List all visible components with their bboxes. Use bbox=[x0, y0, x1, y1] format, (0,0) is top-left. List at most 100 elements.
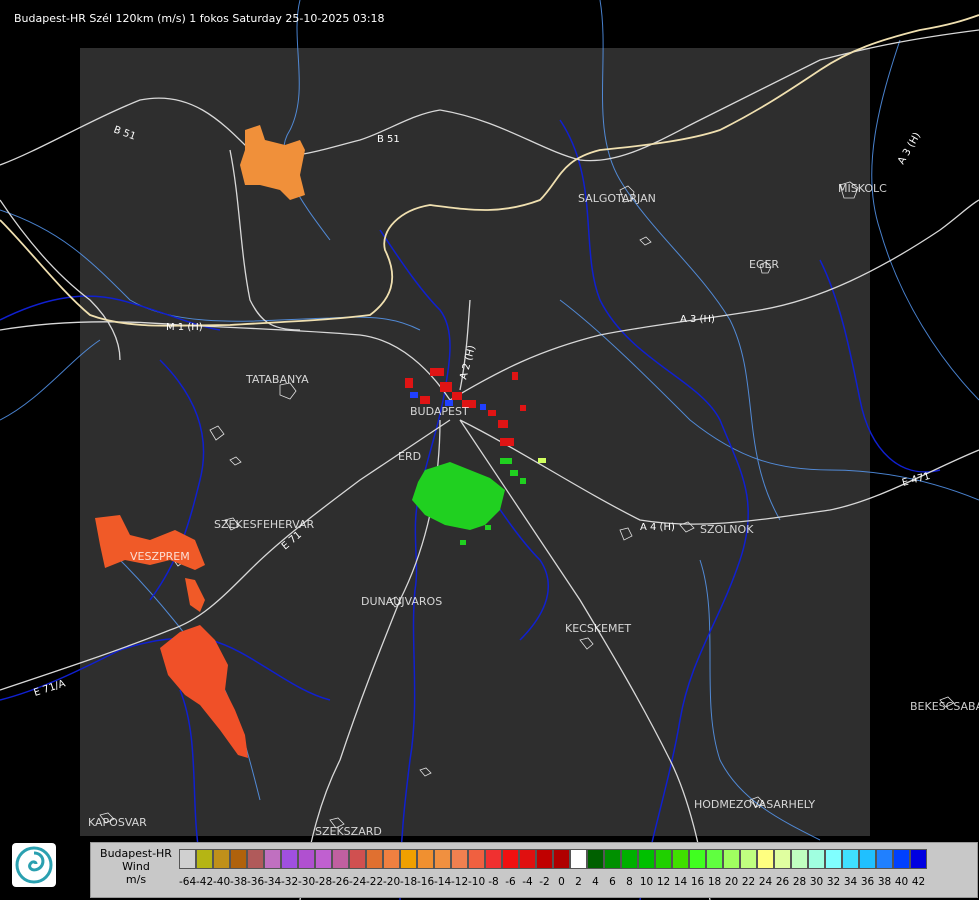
legend-tick-label: 28 bbox=[792, 876, 807, 888]
wind-legend: Budapest-HR Wind m/s -64 -42 -40 -38 -36 -34-… bbox=[90, 842, 978, 898]
city-label-szekesfehervar: SZEKESFEHERVAR bbox=[214, 518, 315, 531]
legend-swatch bbox=[315, 849, 332, 869]
legend-swatch bbox=[468, 849, 485, 869]
legend-swatch bbox=[400, 849, 417, 869]
legend-swatch bbox=[349, 849, 366, 869]
legend-tick-label: 22 bbox=[741, 876, 756, 888]
legend-tick-label: 8 bbox=[626, 876, 633, 888]
legend-swatch bbox=[791, 849, 808, 869]
legend-swatch bbox=[536, 849, 553, 869]
legend-tick-label: 6 bbox=[609, 876, 616, 888]
legend-swatch bbox=[383, 849, 400, 869]
legend-tick-label: 12 bbox=[656, 876, 671, 888]
legend-swatch bbox=[570, 849, 587, 869]
legend-tick-label: -8 bbox=[488, 876, 499, 888]
legend-swatch bbox=[859, 849, 876, 869]
legend-tick-label: 20 bbox=[724, 876, 739, 888]
legend-swatch bbox=[434, 849, 451, 869]
legend-tick-label: 16 bbox=[690, 876, 705, 888]
legend-tick-label: 26 bbox=[775, 876, 790, 888]
legend-tick-label: -6 bbox=[505, 876, 516, 888]
legend-swatch bbox=[638, 849, 655, 869]
legend-tick-label: 4 bbox=[592, 876, 599, 888]
road-label-a3-north: A 3 (H) bbox=[896, 131, 923, 167]
legend-tick-label: -20 bbox=[383, 876, 401, 888]
city-label-salgotarjan: SALGOTARJAN bbox=[578, 192, 656, 205]
legend-swatch bbox=[366, 849, 383, 869]
city-label-dunaujvaros: DUNAUJVAROS bbox=[361, 595, 442, 608]
legend-tick-label: -32 bbox=[281, 876, 299, 888]
legend-tick-label: -24 bbox=[349, 876, 367, 888]
city-label-kecskemet: KECSKEMET bbox=[565, 622, 631, 635]
legend-swatch bbox=[281, 849, 298, 869]
legend-swatch bbox=[672, 849, 689, 869]
city-label-miskolc: MISKOLC bbox=[838, 182, 887, 195]
legend-swatch bbox=[485, 849, 502, 869]
legend-swatch bbox=[332, 849, 349, 869]
legend-swatch bbox=[876, 849, 893, 869]
legend-tick-label: -2 bbox=[539, 876, 550, 888]
legend-tick-label: -36 bbox=[247, 876, 265, 888]
legend-tick-label: 30 bbox=[809, 876, 824, 888]
legend-tick-label: -42 bbox=[196, 876, 214, 888]
legend-tick-label: 34 bbox=[843, 876, 858, 888]
legend-swatch bbox=[553, 849, 570, 869]
legend-swatch bbox=[502, 849, 519, 869]
road-label-e71a: E 71/A bbox=[33, 678, 67, 699]
road-label-a4: A 4 (H) bbox=[640, 522, 675, 533]
legend-swatch bbox=[893, 849, 910, 869]
city-label-tatabanya: TATABANYA bbox=[245, 373, 309, 386]
legend-swatch bbox=[179, 849, 196, 869]
legend-tick-label: -28 bbox=[315, 876, 333, 888]
legend-swatch bbox=[774, 849, 791, 869]
legend-tick-label: 38 bbox=[877, 876, 892, 888]
legend-swatch bbox=[298, 849, 315, 869]
city-label-erd: ERD bbox=[398, 450, 421, 463]
city-label-hodmezovasarhely: HODMEZOVASARHELY bbox=[694, 798, 815, 811]
city-label-szolnok: SZOLNOK bbox=[700, 523, 754, 536]
legend-ticks: -64 -42 -40 -38 -36 -34 -32 -30 -28 -26 -24 -22 -20-… bbox=[179, 876, 927, 890]
legend-tick-label: -18 bbox=[400, 876, 418, 888]
legend-tick-label: -26 bbox=[332, 876, 350, 888]
echo-small-yellow bbox=[538, 458, 546, 463]
legend-title-source: Budapest-HR bbox=[100, 847, 172, 860]
legend-tick-label: -4 bbox=[522, 876, 533, 888]
city-label-kaposvar: KAPOSVAR bbox=[88, 816, 147, 829]
legend-title-unit: m/s bbox=[125, 873, 147, 886]
legend-swatches bbox=[179, 849, 927, 869]
legend-tick-label: -34 bbox=[264, 876, 282, 888]
legend-tick-label: -16 bbox=[417, 876, 435, 888]
city-label-szekszard: SZEKSZARD bbox=[315, 825, 382, 838]
legend-swatch bbox=[655, 849, 672, 869]
legend-swatch bbox=[740, 849, 757, 869]
legend-swatch bbox=[842, 849, 859, 869]
legend-swatch bbox=[604, 849, 621, 869]
legend-swatch bbox=[196, 849, 213, 869]
legend-swatch bbox=[723, 849, 740, 869]
legend-title-product: Wind bbox=[122, 860, 150, 873]
city-label-eger: EGER bbox=[749, 258, 779, 271]
legend-swatch bbox=[247, 849, 264, 869]
swirl-logo-icon bbox=[15, 846, 53, 884]
city-label-bekescsaba: BEKESCSABA bbox=[910, 700, 979, 713]
legend-tick-label: -38 bbox=[230, 876, 248, 888]
legend-tick-label: -40 bbox=[213, 876, 231, 888]
legend-swatch bbox=[451, 849, 468, 869]
legend-tick-label: -30 bbox=[298, 876, 316, 888]
legend-tick-label: 40 bbox=[894, 876, 909, 888]
legend-swatch bbox=[757, 849, 774, 869]
road-label-b51-east: B 51 bbox=[377, 134, 400, 145]
legend-tick-label: 24 bbox=[758, 876, 773, 888]
legend-swatch bbox=[689, 849, 706, 869]
legend-swatch bbox=[264, 849, 281, 869]
road-label-e471: E 471 bbox=[901, 471, 931, 489]
legend-swatch bbox=[213, 849, 230, 869]
legend-tick-label: 10 bbox=[639, 876, 654, 888]
legend-swatch bbox=[519, 849, 536, 869]
road-label-m1: M 1 (H) bbox=[166, 322, 203, 333]
legend-swatch bbox=[825, 849, 842, 869]
legend-tick-label: -10 bbox=[468, 876, 486, 888]
legend-tick-label: -12 bbox=[451, 876, 469, 888]
legend-title: Budapest-HR Wind m/s bbox=[91, 847, 181, 886]
legend-tick-label: 42 bbox=[911, 876, 926, 888]
